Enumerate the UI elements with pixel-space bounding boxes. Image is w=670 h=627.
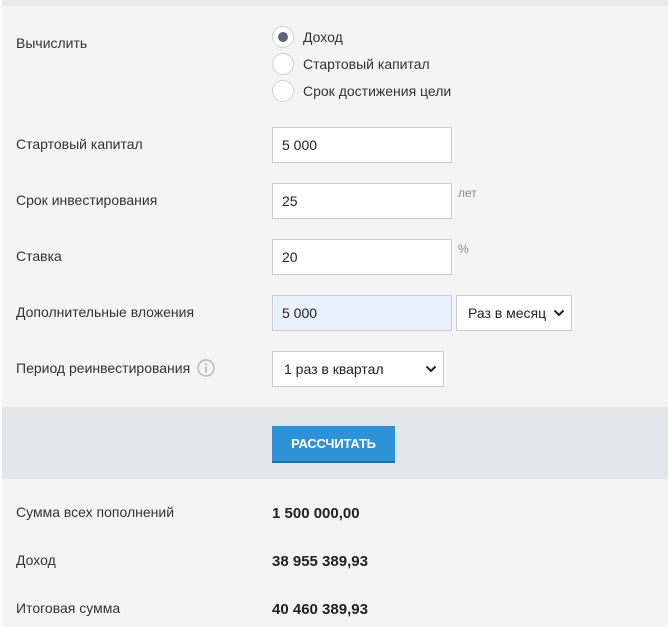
radio-start-capital[interactable]: Стартовый капитал bbox=[272, 53, 430, 75]
radio-income[interactable]: Доход bbox=[272, 26, 343, 48]
result-value-income: 38 955 389,93 bbox=[272, 553, 368, 570]
result-value-final-sum: 40 460 389,93 bbox=[272, 601, 368, 618]
result-value-total-deposits: 1 500 000,00 bbox=[272, 505, 360, 522]
radio-income-label: Доход bbox=[303, 29, 343, 45]
start-capital-input[interactable] bbox=[272, 127, 452, 163]
radio-button[interactable] bbox=[272, 80, 294, 102]
reinvest-select[interactable]: 1 раз в квартал bbox=[272, 351, 444, 387]
top-divider bbox=[2, 0, 668, 6]
term-input[interactable] bbox=[272, 183, 452, 219]
rate-input[interactable] bbox=[272, 239, 452, 275]
reinvest-select-value: 1 раз в квартал bbox=[284, 361, 384, 377]
radio-button-checked[interactable] bbox=[272, 26, 294, 48]
start-capital-label: Стартовый капитал bbox=[16, 136, 143, 152]
chevron-down-icon bbox=[553, 309, 565, 317]
additional-label: Дополнительные вложения bbox=[16, 304, 195, 320]
calculate-label: Вычислить bbox=[16, 35, 88, 51]
radio-button[interactable] bbox=[272, 53, 294, 75]
calculate-button[interactable]: РАССЧИТАТЬ bbox=[272, 426, 395, 461]
result-label-final-sum: Итоговая сумма bbox=[16, 600, 121, 616]
reinvest-label: Период реинвестирования bbox=[16, 360, 191, 376]
radio-goal-term-label: Срок достижения цели bbox=[303, 83, 452, 99]
rate-unit: % bbox=[458, 242, 469, 256]
info-icon[interactable] bbox=[197, 359, 215, 377]
frequency-select-value: Раз в месяц bbox=[468, 305, 547, 321]
term-label: Срок инвестирования bbox=[16, 192, 158, 208]
term-unit: лет bbox=[458, 186, 477, 200]
result-label-income: Доход bbox=[16, 552, 56, 568]
additional-input[interactable] bbox=[272, 295, 452, 331]
result-label-total-deposits: Сумма всех пополнений bbox=[16, 504, 175, 520]
frequency-select[interactable]: Раз в месяц bbox=[456, 295, 572, 331]
chevron-down-icon bbox=[425, 365, 437, 373]
rate-label: Ставка bbox=[16, 248, 62, 264]
radio-start-capital-label: Стартовый капитал bbox=[303, 56, 430, 72]
radio-goal-term[interactable]: Срок достижения цели bbox=[272, 80, 451, 102]
investment-calculator: Вычислить Доход Стартовый капитал Срок д… bbox=[2, 0, 668, 627]
